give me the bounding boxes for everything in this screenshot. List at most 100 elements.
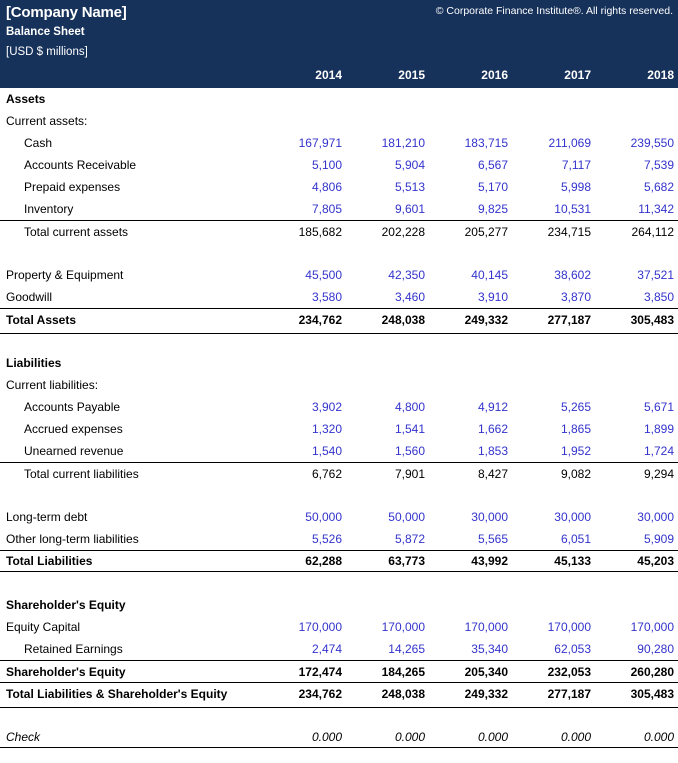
cell-2015[interactable]: 5,513	[346, 180, 429, 194]
cell-2017[interactable]: 62,053	[512, 642, 595, 656]
cell-2017[interactable]: 211,069	[512, 136, 595, 150]
cell-2014[interactable]: 5,100	[263, 158, 346, 172]
cell-2015[interactable]: 1,560	[346, 444, 429, 458]
cell-2018[interactable]: 5,682	[595, 180, 678, 194]
cell-2017: 277,187	[547, 312, 591, 327]
cell-2018: 264,112	[631, 224, 675, 239]
cell-2014[interactable]: 1,540	[263, 444, 346, 458]
cell-2016[interactable]: 170,000	[429, 620, 512, 634]
row-total-current-assets: Total current assets 185,682 202,228 205…	[0, 220, 678, 242]
row-accounts-payable[interactable]: Accounts Payable 3,902 4,800 4,912 5,265…	[0, 396, 678, 418]
cell-2014[interactable]: 170,000	[263, 620, 346, 634]
cell-2015[interactable]: 42,350	[346, 268, 429, 282]
cell-2014[interactable]: 5,526	[263, 532, 346, 546]
cell-2017[interactable]: 5,265	[512, 400, 595, 414]
cell-2016[interactable]: 183,715	[429, 136, 512, 150]
cell-2014[interactable]: 4,806	[263, 180, 346, 194]
cell-2016[interactable]: 5,170	[429, 180, 512, 194]
cell-2018: 305,483	[630, 312, 674, 327]
row-label: Accounts Payable	[24, 400, 121, 414]
cell-2017: 0.000	[560, 729, 591, 744]
cell-2017[interactable]: 38,602	[512, 268, 595, 282]
cell-2018[interactable]: 90,280	[595, 642, 678, 656]
cell-2014[interactable]: 2,474	[263, 642, 346, 656]
cell-2014[interactable]: 7,805	[263, 202, 346, 216]
cell-2016[interactable]: 5,565	[429, 532, 512, 546]
row-other-long-term-liabilities[interactable]: Other long-term liabilities 5,526 5,872 …	[0, 528, 678, 550]
cell-2015[interactable]: 5,872	[346, 532, 429, 546]
cell-2018[interactable]: 5,671	[595, 400, 678, 414]
column-header-spacer	[0, 68, 263, 82]
cell-2017[interactable]: 1,952	[512, 444, 595, 458]
row-current-liabilities-heading: Current liabilities:	[0, 374, 678, 396]
cell-2016[interactable]: 1,853	[429, 444, 512, 458]
cell-2016[interactable]: 40,145	[429, 268, 512, 282]
column-header-2017: 2017	[564, 68, 591, 82]
cell-2017[interactable]: 30,000	[512, 510, 595, 524]
row-property-equipment[interactable]: Property & Equipment 45,500 42,350 40,14…	[0, 264, 678, 286]
cell-2014[interactable]: 45,500	[263, 268, 346, 282]
cell-2014[interactable]: 1,320	[263, 422, 346, 436]
cell-2016[interactable]: 30,000	[429, 510, 512, 524]
row-total-current-liabilities: Total current liabilities 6,762 7,901 8,…	[0, 462, 678, 484]
cell-2018[interactable]: 37,521	[595, 268, 678, 282]
cell-2014[interactable]: 3,902	[263, 400, 346, 414]
cell-2014[interactable]: 167,971	[263, 136, 346, 150]
row-current-assets-heading: Current assets:	[0, 110, 678, 132]
cell-2018[interactable]: 7,539	[595, 158, 678, 172]
cell-2017[interactable]: 3,870	[512, 290, 595, 304]
cell-2016: 205,340	[464, 664, 508, 679]
cell-2016[interactable]: 6,567	[429, 158, 512, 172]
cell-2018[interactable]: 30,000	[595, 510, 678, 524]
row-accounts-receivable[interactable]: Accounts Receivable 5,100 5,904 6,567 7,…	[0, 154, 678, 176]
cell-2015[interactable]: 5,904	[346, 158, 429, 172]
row-label: Inventory	[24, 202, 74, 216]
cell-2015[interactable]: 3,460	[346, 290, 429, 304]
row-equity-capital[interactable]: Equity Capital 170,000 170,000 170,000 1…	[0, 616, 678, 638]
cell-2015[interactable]: 50,000	[346, 510, 429, 524]
cell-2018[interactable]: 170,000	[595, 620, 678, 634]
cell-2017[interactable]: 1,865	[512, 422, 595, 436]
row-accrued-expenses[interactable]: Accrued expenses 1,320 1,541 1,662 1,865…	[0, 418, 678, 440]
row-label: Check	[6, 729, 41, 744]
row-long-term-debt[interactable]: Long-term debt 50,000 50,000 30,000 30,0…	[0, 506, 678, 528]
row-inventory[interactable]: Inventory 7,805 9,601 9,825 10,531 11,34…	[0, 198, 678, 220]
cell-2016[interactable]: 3,910	[429, 290, 512, 304]
cell-2018[interactable]: 239,550	[595, 136, 678, 150]
cell-2018[interactable]: 5,909	[595, 532, 678, 546]
cell-2015: 7,901	[394, 466, 425, 481]
cell-2017[interactable]: 6,051	[512, 532, 595, 546]
row-label: Shareholder's Equity	[6, 664, 126, 679]
row-retained-earnings[interactable]: Retained Earnings 2,474 14,265 35,340 62…	[0, 638, 678, 660]
cell-2015[interactable]: 14,265	[346, 642, 429, 656]
cell-2015[interactable]: 170,000	[346, 620, 429, 634]
cell-2016[interactable]: 1,662	[429, 422, 512, 436]
copyright-notice: © Corporate Finance Institute®. All righ…	[435, 5, 673, 17]
cell-2016[interactable]: 4,912	[429, 400, 512, 414]
row-goodwill[interactable]: Goodwill 3,580 3,460 3,910 3,870 3,850	[0, 286, 678, 308]
cell-2018[interactable]: 11,342	[595, 202, 678, 216]
cell-2017: 9,082	[560, 466, 591, 481]
cell-2017[interactable]: 10,531	[512, 202, 595, 216]
cell-2017[interactable]: 7,117	[512, 158, 595, 172]
cell-2015[interactable]: 9,601	[346, 202, 429, 216]
row-shareholders-equity-heading: Shareholder's Equity	[0, 594, 678, 616]
cell-2017[interactable]: 5,998	[512, 180, 595, 194]
cell-2018[interactable]: 3,850	[595, 290, 678, 304]
cell-2015[interactable]: 1,541	[346, 422, 429, 436]
row-unearned-revenue[interactable]: Unearned revenue 1,540 1,560 1,853 1,952…	[0, 440, 678, 462]
cell-2016[interactable]: 9,825	[429, 202, 512, 216]
cell-2014[interactable]: 3,580	[263, 290, 346, 304]
column-header-2014: 2014	[315, 68, 342, 82]
cell-2018[interactable]: 1,899	[595, 422, 678, 436]
row-cash[interactable]: Cash 167,971 181,210 183,715 211,069 239…	[0, 132, 678, 154]
cell-2015[interactable]: 4,800	[346, 400, 429, 414]
cell-2017[interactable]: 170,000	[512, 620, 595, 634]
cell-2015[interactable]: 181,210	[346, 136, 429, 150]
row-label: Retained Earnings	[24, 642, 123, 656]
cell-2018[interactable]: 1,724	[595, 444, 678, 458]
row-prepaid-expenses[interactable]: Prepaid expenses 4,806 5,513 5,170 5,998…	[0, 176, 678, 198]
cell-2014[interactable]: 50,000	[263, 510, 346, 524]
cell-2014: 185,682	[298, 224, 342, 239]
cell-2016[interactable]: 35,340	[429, 642, 512, 656]
